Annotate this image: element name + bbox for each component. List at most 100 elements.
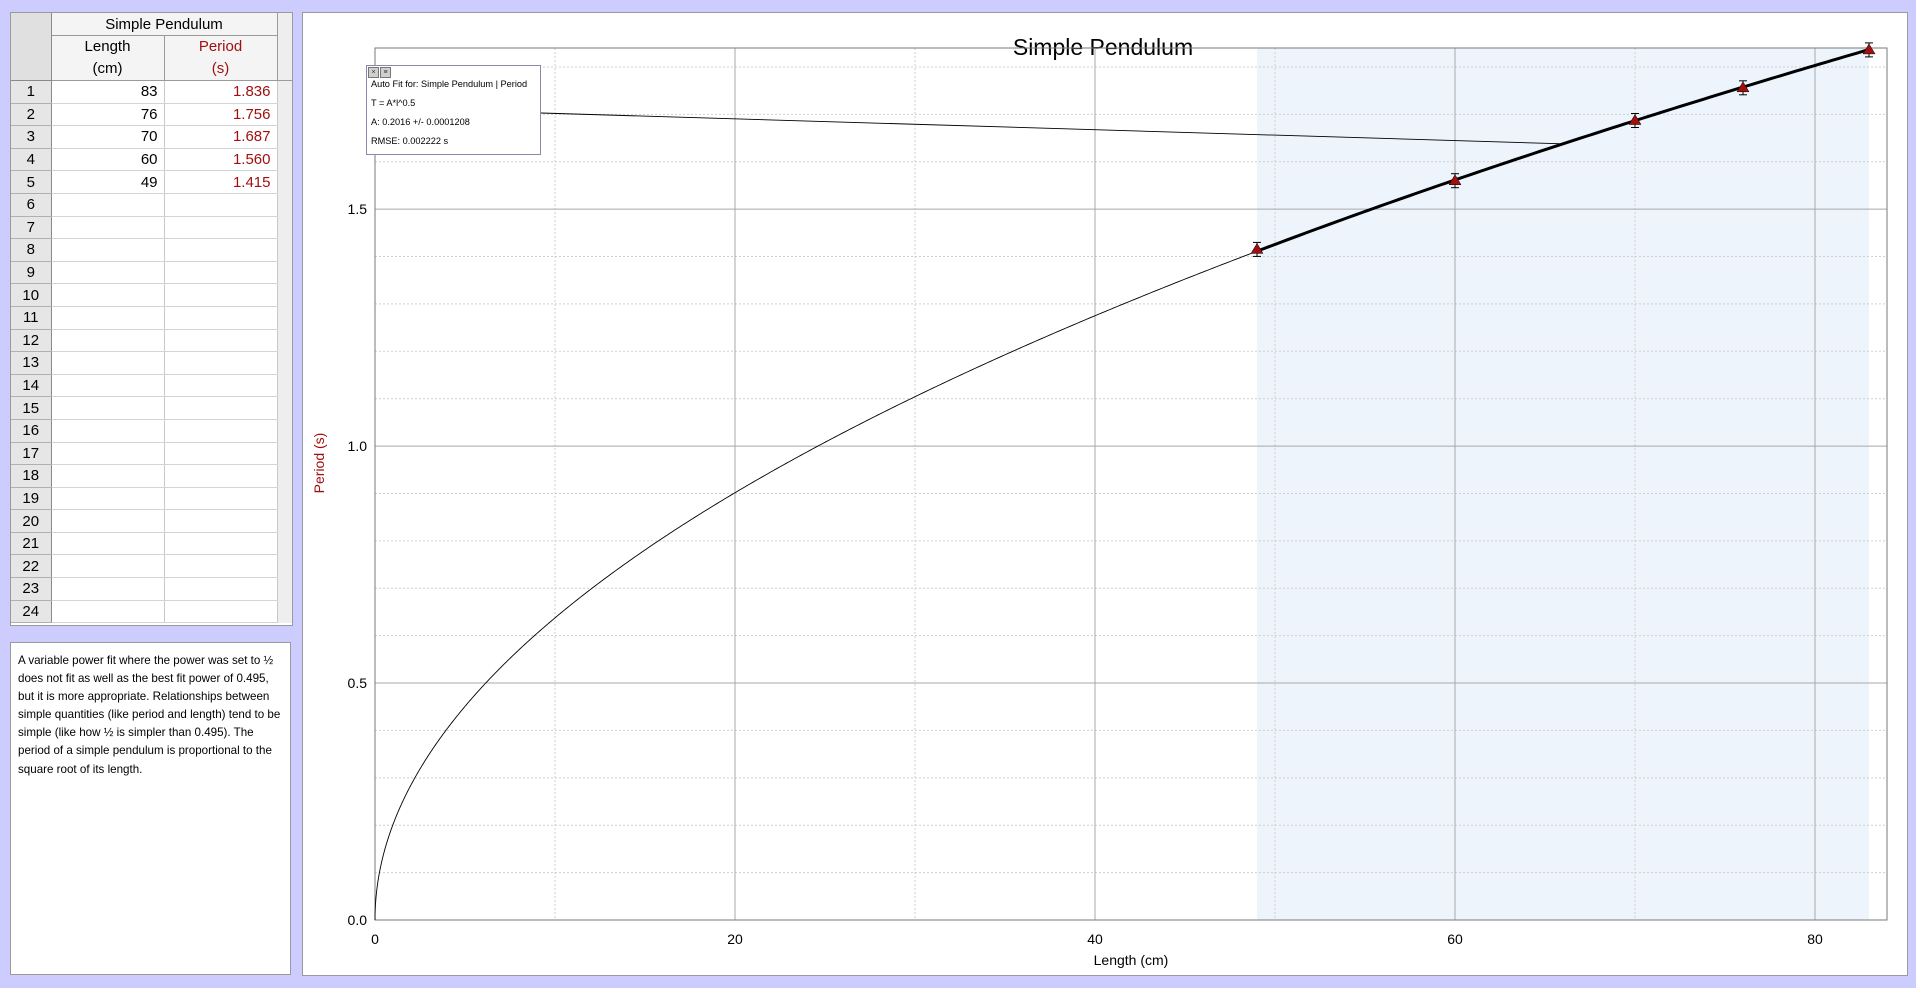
cell-period[interactable] [164, 554, 278, 579]
table-row[interactable]: 11 [11, 306, 292, 330]
table-row[interactable]: 23 [11, 577, 292, 601]
table-row[interactable]: 9 [11, 261, 292, 285]
graph-svg[interactable]: Simple Pendulum 0 20 40 60 80 0.0 0.5 1.0 1.5 L… [303, 13, 1907, 975]
dataset-title[interactable]: Simple Pendulum [51, 13, 278, 36]
table-row[interactable]: 15 [11, 396, 292, 420]
row-number[interactable]: 7 [11, 216, 52, 240]
row-number[interactable]: 1 [11, 80, 52, 104]
table-row[interactable]: 2 76 1.756 [11, 103, 292, 127]
cell-period[interactable] [164, 329, 278, 353]
row-number[interactable]: 23 [11, 577, 52, 601]
cell-period[interactable] [164, 306, 278, 330]
cell-period[interactable] [164, 442, 278, 466]
graph-panel[interactable]: Simple Pendulum 0 20 40 60 80 0.0 0.5 1.0 1.5 L… [302, 12, 1908, 976]
table-row[interactable]: 13 [11, 351, 292, 375]
cell-period[interactable] [164, 487, 278, 511]
cell-length[interactable] [51, 554, 165, 579]
row-number[interactable]: 3 [11, 125, 52, 149]
row-number[interactable]: 13 [11, 351, 52, 375]
cell-period[interactable]: 1.415 [164, 170, 278, 194]
cell-period[interactable] [164, 261, 278, 285]
table-row[interactable]: 17 [11, 442, 292, 466]
cell-length[interactable] [51, 487, 165, 511]
cell-period[interactable] [164, 419, 278, 443]
table-row[interactable]: 10 [11, 283, 292, 307]
row-number[interactable]: 5 [11, 170, 52, 194]
row-number[interactable]: 6 [11, 193, 52, 217]
row-number[interactable]: 19 [11, 487, 52, 511]
table-row[interactable]: 4 60 1.560 [11, 148, 292, 172]
cell-period[interactable] [164, 577, 278, 601]
cell-length[interactable]: 83 [51, 80, 165, 104]
table-corner[interactable] [11, 13, 52, 81]
cell-period[interactable]: 1.560 [164, 148, 278, 172]
row-number[interactable]: 9 [11, 261, 52, 285]
cell-length[interactable] [51, 396, 165, 420]
x-axis-label[interactable]: Length (cm) [1094, 952, 1169, 968]
cell-period[interactable] [164, 396, 278, 420]
row-number[interactable]: 22 [11, 554, 52, 579]
cell-length[interactable] [51, 464, 165, 488]
table-row[interactable]: 3 70 1.687 [11, 125, 292, 149]
cell-period[interactable] [164, 532, 278, 556]
column-header-length[interactable]: Length (cm) [51, 35, 165, 81]
row-number[interactable]: 20 [11, 509, 52, 533]
cell-period[interactable] [164, 193, 278, 217]
cell-length[interactable]: 70 [51, 125, 165, 149]
cell-length[interactable]: 76 [51, 103, 165, 127]
auto-fit-box[interactable]: × ≡ Auto Fit for: Simple Pendulum | Peri… [366, 65, 541, 155]
cell-length[interactable] [51, 351, 165, 375]
column-header-period[interactable]: Period (s) [164, 35, 278, 81]
row-number[interactable]: 4 [11, 148, 52, 172]
row-number[interactable]: 18 [11, 464, 52, 488]
cell-period[interactable] [164, 351, 278, 375]
row-number[interactable]: 11 [11, 306, 52, 330]
cell-period[interactable] [164, 464, 278, 488]
row-number[interactable]: 24 [11, 600, 52, 624]
cell-period[interactable] [164, 283, 278, 307]
cell-period[interactable]: 1.687 [164, 125, 278, 149]
cell-length[interactable] [51, 261, 165, 285]
table-row[interactable]: 8 [11, 238, 292, 262]
cell-length[interactable]: 49 [51, 170, 165, 194]
cell-period[interactable] [164, 509, 278, 533]
notes-panel[interactable]: A variable power fit where the power was… [10, 642, 291, 975]
y-axis-label[interactable]: Period (s) [311, 433, 327, 494]
table-scrollbar[interactable] [276, 80, 292, 104]
row-number[interactable]: 16 [11, 419, 52, 443]
row-number[interactable]: 8 [11, 238, 52, 262]
table-row[interactable]: 6 [11, 193, 292, 217]
cell-length[interactable] [51, 283, 165, 307]
cell-length[interactable] [51, 442, 165, 466]
cell-period[interactable] [164, 374, 278, 398]
table-row[interactable]: 12 [11, 329, 292, 353]
table-row[interactable]: 1 83 1.836 [11, 80, 292, 104]
table-row[interactable]: 21 [11, 532, 292, 556]
row-number[interactable]: 21 [11, 532, 52, 556]
cell-length[interactable] [51, 193, 165, 217]
x-axis-ticks[interactable]: 0 20 40 60 80 [371, 931, 1823, 947]
cell-length[interactable] [51, 532, 165, 556]
row-number[interactable]: 12 [11, 329, 52, 353]
table-row[interactable]: 5 49 1.415 [11, 170, 292, 194]
table-row[interactable]: 19 [11, 487, 292, 511]
table-row[interactable]: 14 [11, 374, 292, 398]
cell-length[interactable] [51, 374, 165, 398]
cell-period[interactable] [164, 600, 278, 624]
cell-period[interactable]: 1.836 [164, 80, 278, 104]
table-row[interactable]: 24 [11, 600, 292, 624]
cell-length[interactable] [51, 419, 165, 443]
row-number[interactable]: 10 [11, 283, 52, 307]
row-number[interactable]: 2 [11, 103, 52, 127]
cell-length[interactable] [51, 306, 165, 330]
table-row[interactable]: 22 [11, 554, 292, 579]
row-number[interactable]: 17 [11, 442, 52, 466]
table-row[interactable]: 18 [11, 464, 292, 488]
cell-period[interactable]: 1.756 [164, 103, 278, 127]
table-row[interactable]: 7 [11, 216, 292, 240]
cell-length[interactable] [51, 238, 165, 262]
cell-length[interactable] [51, 329, 165, 353]
cell-length[interactable] [51, 600, 165, 624]
cell-period[interactable] [164, 238, 278, 262]
table-row[interactable]: 20 [11, 509, 292, 533]
